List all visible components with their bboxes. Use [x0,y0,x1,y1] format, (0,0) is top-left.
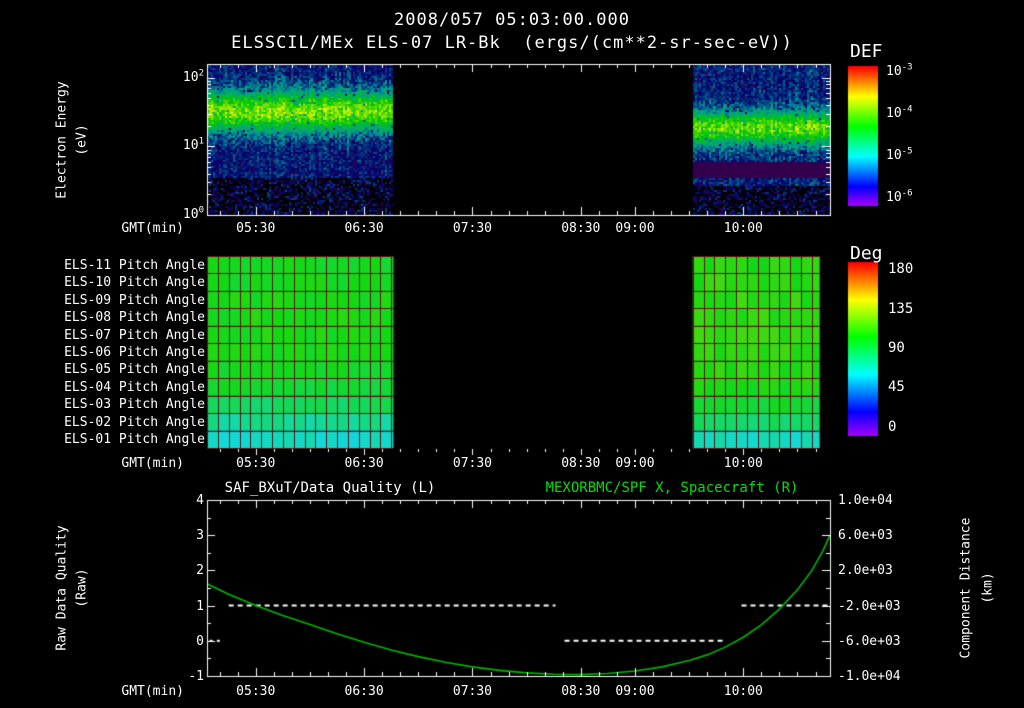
distance-tick-label: -6.0e+03 [838,633,901,649]
deg-colorbar-title: Deg [850,243,883,264]
x-tick-label: 06:30 [344,221,384,236]
gmt-label-bottom: GMT(min) [121,684,184,699]
x-tick-label: 06:30 [344,684,384,699]
quality-tick-label: 4 [196,493,204,508]
distance-axis-units: (km) [980,572,996,604]
x-tick-label: 10:00 [723,684,763,699]
quality-tick-label: -1 [188,669,204,684]
deg-tick-label: 0 [888,418,897,435]
x-tick-label: 08:30 [561,221,601,236]
def-tick-label: 10-6 [886,188,913,206]
quality-axis-label: Raw Data Quality [54,525,70,651]
quality-series-title: SAF_BXuT/Data Quality (L) [224,480,436,496]
def-tick-label: 10-4 [886,104,913,122]
def-tick-label: 10-3 [886,62,913,80]
pitch-row-label: ELS-04 Pitch Angle [64,379,205,395]
pitch-row-label: ELS-02 Pitch Angle [64,414,205,430]
gmt-label-middle: GMT(min) [121,456,184,471]
quality-tick-label: 2 [196,563,204,579]
deg-tick-label: 90 [888,340,905,356]
quality-tick-label: 0 [196,633,204,649]
x-tick-label: 09:00 [615,221,655,236]
distance-tick-label: -1.0e+04 [838,669,901,684]
quality-tick-label: 1 [196,598,204,614]
pitch-row-label: ELS-06 Pitch Angle [64,345,205,360]
gmt-label-top: GMT(min) [121,221,184,236]
energy-tick-label: 102 [182,68,204,85]
pitch-row-label: ELS-01 Pitch Angle [64,432,205,448]
distance-tick-label: 1.0e+04 [838,493,893,508]
distance-tick-label: 2.0e+03 [838,563,893,579]
x-tick-label: 10:00 [723,221,763,236]
deg-tick-label: 180 [888,261,914,277]
pitch-row-label: ELS-05 Pitch Angle [64,362,205,378]
energy-axis-units: (eV) [74,124,90,156]
pitch-row-label: ELS-08 Pitch Angle [64,310,205,326]
pitch-row-label: ELS-09 Pitch Angle [64,292,205,308]
x-tick-label: 08:30 [561,456,601,471]
x-tick-label: 06:30 [344,456,384,471]
quality-tick-label: 3 [196,528,204,544]
x-tick-label: 05:30 [236,684,276,699]
page-title: 2008/057 05:03:00.000 [394,10,630,30]
quality-axis-units: (Raw) [74,568,90,608]
deg-tick-label: 135 [888,300,914,317]
energy-tick-label: 100 [182,205,204,222]
def-colorbar-title: DEF [850,41,883,62]
energy-tick-label: 101 [182,137,204,154]
x-tick-label: 10:00 [723,456,763,471]
x-tick-label: 07:30 [452,456,493,471]
x-tick-label: 05:30 [236,456,276,471]
x-tick-label: 09:00 [615,456,655,471]
pitch-row-label: ELS-03 Pitch Angle [64,397,205,413]
distance-tick-label: 6.0e+03 [838,528,893,544]
x-tick-label: 08:30 [561,684,601,699]
x-tick-label: 07:30 [452,684,493,699]
x-tick-label: 07:30 [452,221,493,236]
distance-series-title: MEXORBMC/SPF X, Spacecraft (R) [545,480,799,496]
pitch-row-label: ELS-11 Pitch Angle [64,257,205,273]
x-tick-label: 05:30 [236,221,276,236]
pitch-row-label: ELS-10 Pitch Angle [64,275,205,291]
energy-axis-label: Electron Energy [54,81,70,199]
x-tick-label: 09:00 [615,684,655,699]
distance-axis-label: Component Distance [958,517,974,659]
def-tick-label: 10-5 [886,146,913,164]
deg-tick-label: 45 [888,379,905,396]
distance-tick-label: -2.0e+03 [838,598,901,614]
pitch-row-label: ELS-07 Pitch Angle [64,327,205,343]
plot-title: ELSSCIL/MEx ELS-07 LR-Bk (ergs/(cm**2-sr… [231,33,793,53]
